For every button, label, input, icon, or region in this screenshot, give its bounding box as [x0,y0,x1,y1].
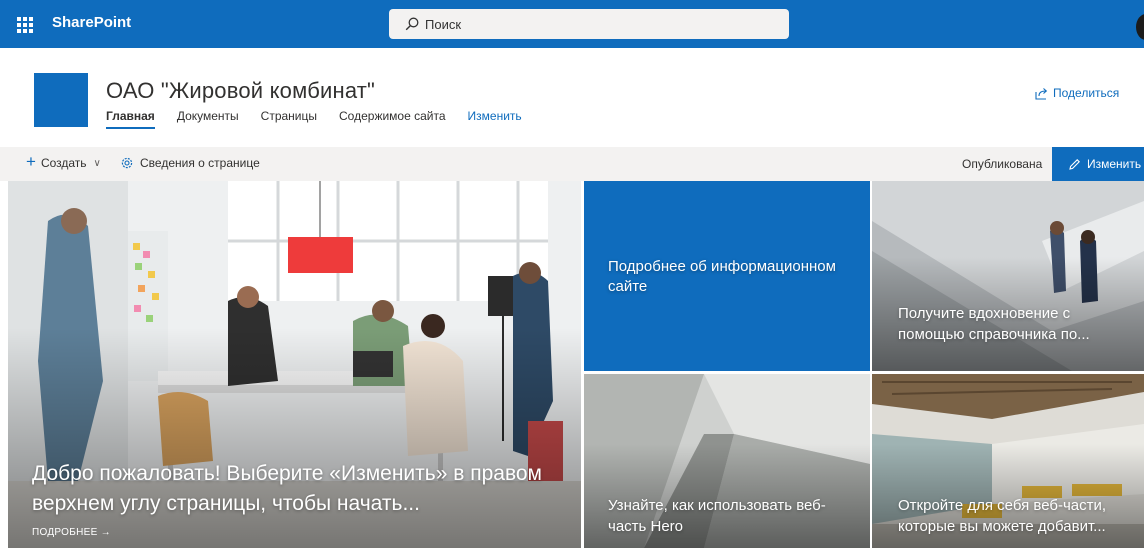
site-logo[interactable] [34,73,88,127]
edit-page-button[interactable]: Изменить [1052,147,1144,181]
app-name[interactable]: SharePoint [52,14,131,31]
hero-tile-2[interactable]: Получите вдохновение с помощью справочни… [872,181,1144,371]
hero-tile-4-caption[interactable]: Откройте для себя веб-части, которые вы … [898,495,1138,537]
suite-bar: SharePoint [0,0,1144,48]
arrow-right-icon: → [100,527,111,538]
share-icon [1035,87,1048,100]
hero-tile-main[interactable]: Добро пожаловать! Выберите «Изменить» в … [8,181,581,548]
new-label: Создать [40,156,87,170]
read-more-label: ПОДРОБНЕЕ [32,527,98,538]
command-bar: + Создать ∨ Сведения о странице Опублико… [0,147,1144,181]
gear-icon [121,157,133,169]
hero-tile-1-caption[interactable]: Подробнее об информационном сайте [608,257,848,297]
nav-item-pages[interactable]: Страницы [261,109,317,129]
app-launcher-icon[interactable] [14,14,34,34]
site-title: ОАО "Жировой комбинат" [106,78,376,103]
search-icon [405,17,419,31]
hero-tile-1[interactable]: Подробнее об информационном сайте [584,181,870,371]
pencil-icon [1069,158,1080,170]
share-label: Поделиться [1053,86,1120,100]
page-details-button[interactable]: Сведения о странице [120,156,260,170]
search-input[interactable] [425,16,765,32]
chevron-down-icon[interactable]: ∨ [94,158,101,169]
nav-item-documents[interactable]: Документы [177,109,239,129]
search-box[interactable] [389,9,789,39]
read-more-link[interactable]: ПОДРОБНЕЕ → [32,527,111,538]
nav-edit-link[interactable]: Изменить [468,109,522,129]
publish-status: Опубликована [962,157,1043,171]
share-button[interactable]: Поделиться [1035,86,1119,100]
new-button[interactable]: + Создать ∨ [26,152,101,171]
avatar[interactable] [1136,14,1144,40]
hero-tile-3[interactable]: Узнайте, как использовать веб-часть Hero [584,374,870,548]
plus-icon: + [26,152,36,171]
nav-item-site-contents[interactable]: Содержимое сайта [339,109,446,129]
hero-tile-4[interactable]: Откройте для себя веб-части, которые вы … [872,374,1144,548]
nav-item-home[interactable]: Главная [106,109,155,129]
hero-tile-2-caption[interactable]: Получите вдохновение с помощью справочни… [898,303,1138,345]
site-navigation: Главная Документы Страницы Содержимое са… [106,109,522,129]
page-details-label: Сведения о странице [140,156,260,170]
edit-label: Изменить [1087,157,1142,171]
hero-tile-3-caption[interactable]: Узнайте, как использовать веб-часть Hero [608,495,848,537]
hero-main-caption[interactable]: Добро пожаловать! Выберите «Изменить» в … [32,459,562,519]
